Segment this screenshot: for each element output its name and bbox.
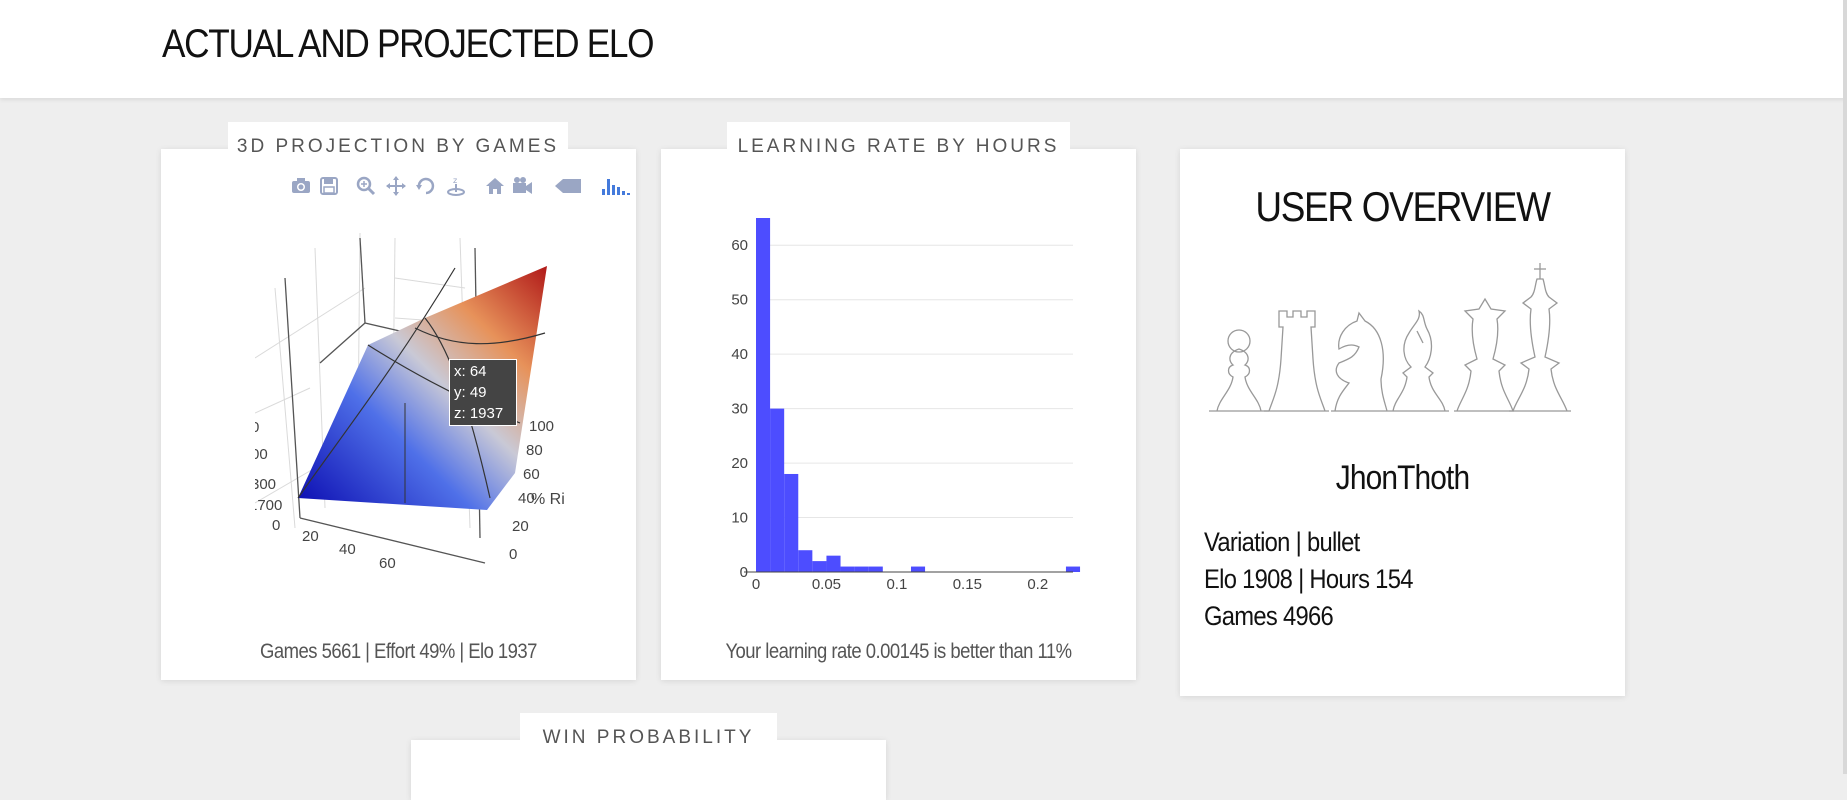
- axis-tick: 0: [255, 419, 260, 436]
- modebar: z: [285, 175, 635, 201]
- pan-icon[interactable]: [385, 175, 407, 197]
- king-icon: [1509, 263, 1571, 412]
- hover-tooltip: x: 64 y: 49 z: 1937: [449, 359, 517, 426]
- x-tick-label: 0: [752, 576, 760, 593]
- plotly-logo-icon[interactable]: [600, 175, 632, 197]
- queen-icon: [1454, 297, 1514, 412]
- rook-icon: [1264, 310, 1329, 412]
- bishop-icon: [1389, 309, 1449, 412]
- tooltip-z: z: 1937: [454, 405, 504, 422]
- axis-tick: 80: [526, 442, 543, 459]
- axis-right-label: % Ri: [531, 491, 565, 508]
- axis-tick: 00: [255, 446, 268, 463]
- histogram-bar: [868, 566, 883, 572]
- histogram-bar: [812, 561, 827, 572]
- learning-card-title: LEARNING RATE BY HOURS: [737, 136, 1060, 157]
- page-title: ACTUAL AND PROJECTED ELO: [162, 22, 655, 66]
- axis-tick: 60: [379, 555, 396, 572]
- projection-caption: Games 5661 | Effort 49% | Elo 1937: [260, 640, 537, 663]
- histogram-bar: [854, 566, 869, 572]
- x-tick-label: 0.05: [812, 576, 841, 593]
- projection-card-tab-cover: 3D PROJECTION BY GAMES: [228, 122, 568, 172]
- axis-tick: 40: [339, 541, 356, 558]
- tag-icon[interactable]: [553, 175, 583, 197]
- axis-tick: 20: [302, 528, 319, 545]
- axis-tick: 0: [509, 546, 518, 563]
- zoom-icon[interactable]: [355, 175, 377, 197]
- y-tick-label: 30: [731, 401, 748, 418]
- y-tick-label: 50: [731, 292, 748, 309]
- orbit-icon[interactable]: [415, 175, 437, 197]
- histogram-bar: [798, 550, 813, 572]
- tooltip-x: x: 64: [454, 363, 487, 380]
- camera-icon[interactable]: [290, 175, 312, 197]
- histogram-bar: [1065, 566, 1081, 572]
- save-icon[interactable]: [318, 175, 340, 197]
- axis-tick: 0: [272, 517, 281, 534]
- home-icon[interactable]: [484, 175, 506, 197]
- chess-pieces-illustration: [1209, 263, 1571, 412]
- x-tick-label: 0.2: [1027, 576, 1048, 593]
- learning-card-tab: LEARNING RATE BY HOURS: [727, 122, 1070, 172]
- top-bar: ACTUAL AND PROJECTED ELO: [0, 0, 1847, 98]
- stat-games: Games 4966: [1204, 601, 1334, 631]
- axis-tick: 60: [523, 466, 540, 483]
- axis-tick: 1700: [255, 497, 283, 514]
- y-tick-label: 20: [731, 455, 748, 472]
- histogram-bar: [784, 473, 799, 572]
- win-card-title: WIN PROBABILITY: [542, 727, 755, 748]
- scrollbar[interactable]: [1843, 0, 1847, 774]
- histogram-bar: [756, 218, 771, 572]
- overview-heading: USER OVERVIEW: [1255, 183, 1551, 230]
- axis-tick: 20: [512, 518, 529, 535]
- learning-caption: Your learning rate 0.00145 is better tha…: [725, 640, 1072, 663]
- pawn-icon: [1209, 329, 1269, 412]
- learning-rate-histogram[interactable]: 01020304050600 0.05 0.1 0.15 0.2: [661, 200, 1136, 610]
- y-tick-label: 60: [731, 237, 748, 254]
- histogram-bar: [770, 408, 785, 572]
- y-tick-label: 40: [731, 346, 748, 363]
- axis-tick: 300: [255, 476, 277, 493]
- x-tick-label: 0.15: [953, 576, 982, 593]
- stat-elo-hours: Elo 1908 | Hours 154: [1204, 564, 1413, 594]
- histogram-bar: [840, 566, 855, 572]
- knight-icon: [1331, 311, 1389, 412]
- y-tick-label: 10: [731, 510, 748, 527]
- axis-tick: 100: [529, 418, 555, 435]
- histogram-bar: [910, 566, 926, 572]
- x-tick-label: 0.1: [886, 576, 907, 593]
- stat-variation: Variation | bullet: [1204, 527, 1360, 557]
- turntable-icon[interactable]: z: [445, 175, 467, 197]
- projection-card-title-text: 3D PROJECTION BY GAMES: [236, 136, 560, 157]
- tooltip-y: y: 49: [454, 384, 487, 401]
- histogram-bar: [826, 555, 841, 572]
- camera-view-icon[interactable]: [511, 175, 533, 197]
- username: JhonThoth: [1335, 459, 1470, 497]
- axis-left-ticks: 0 00 300 1700: [255, 419, 285, 514]
- win-card-tab: WIN PROBABILITY: [520, 713, 777, 763]
- svg-text:z: z: [453, 176, 457, 185]
